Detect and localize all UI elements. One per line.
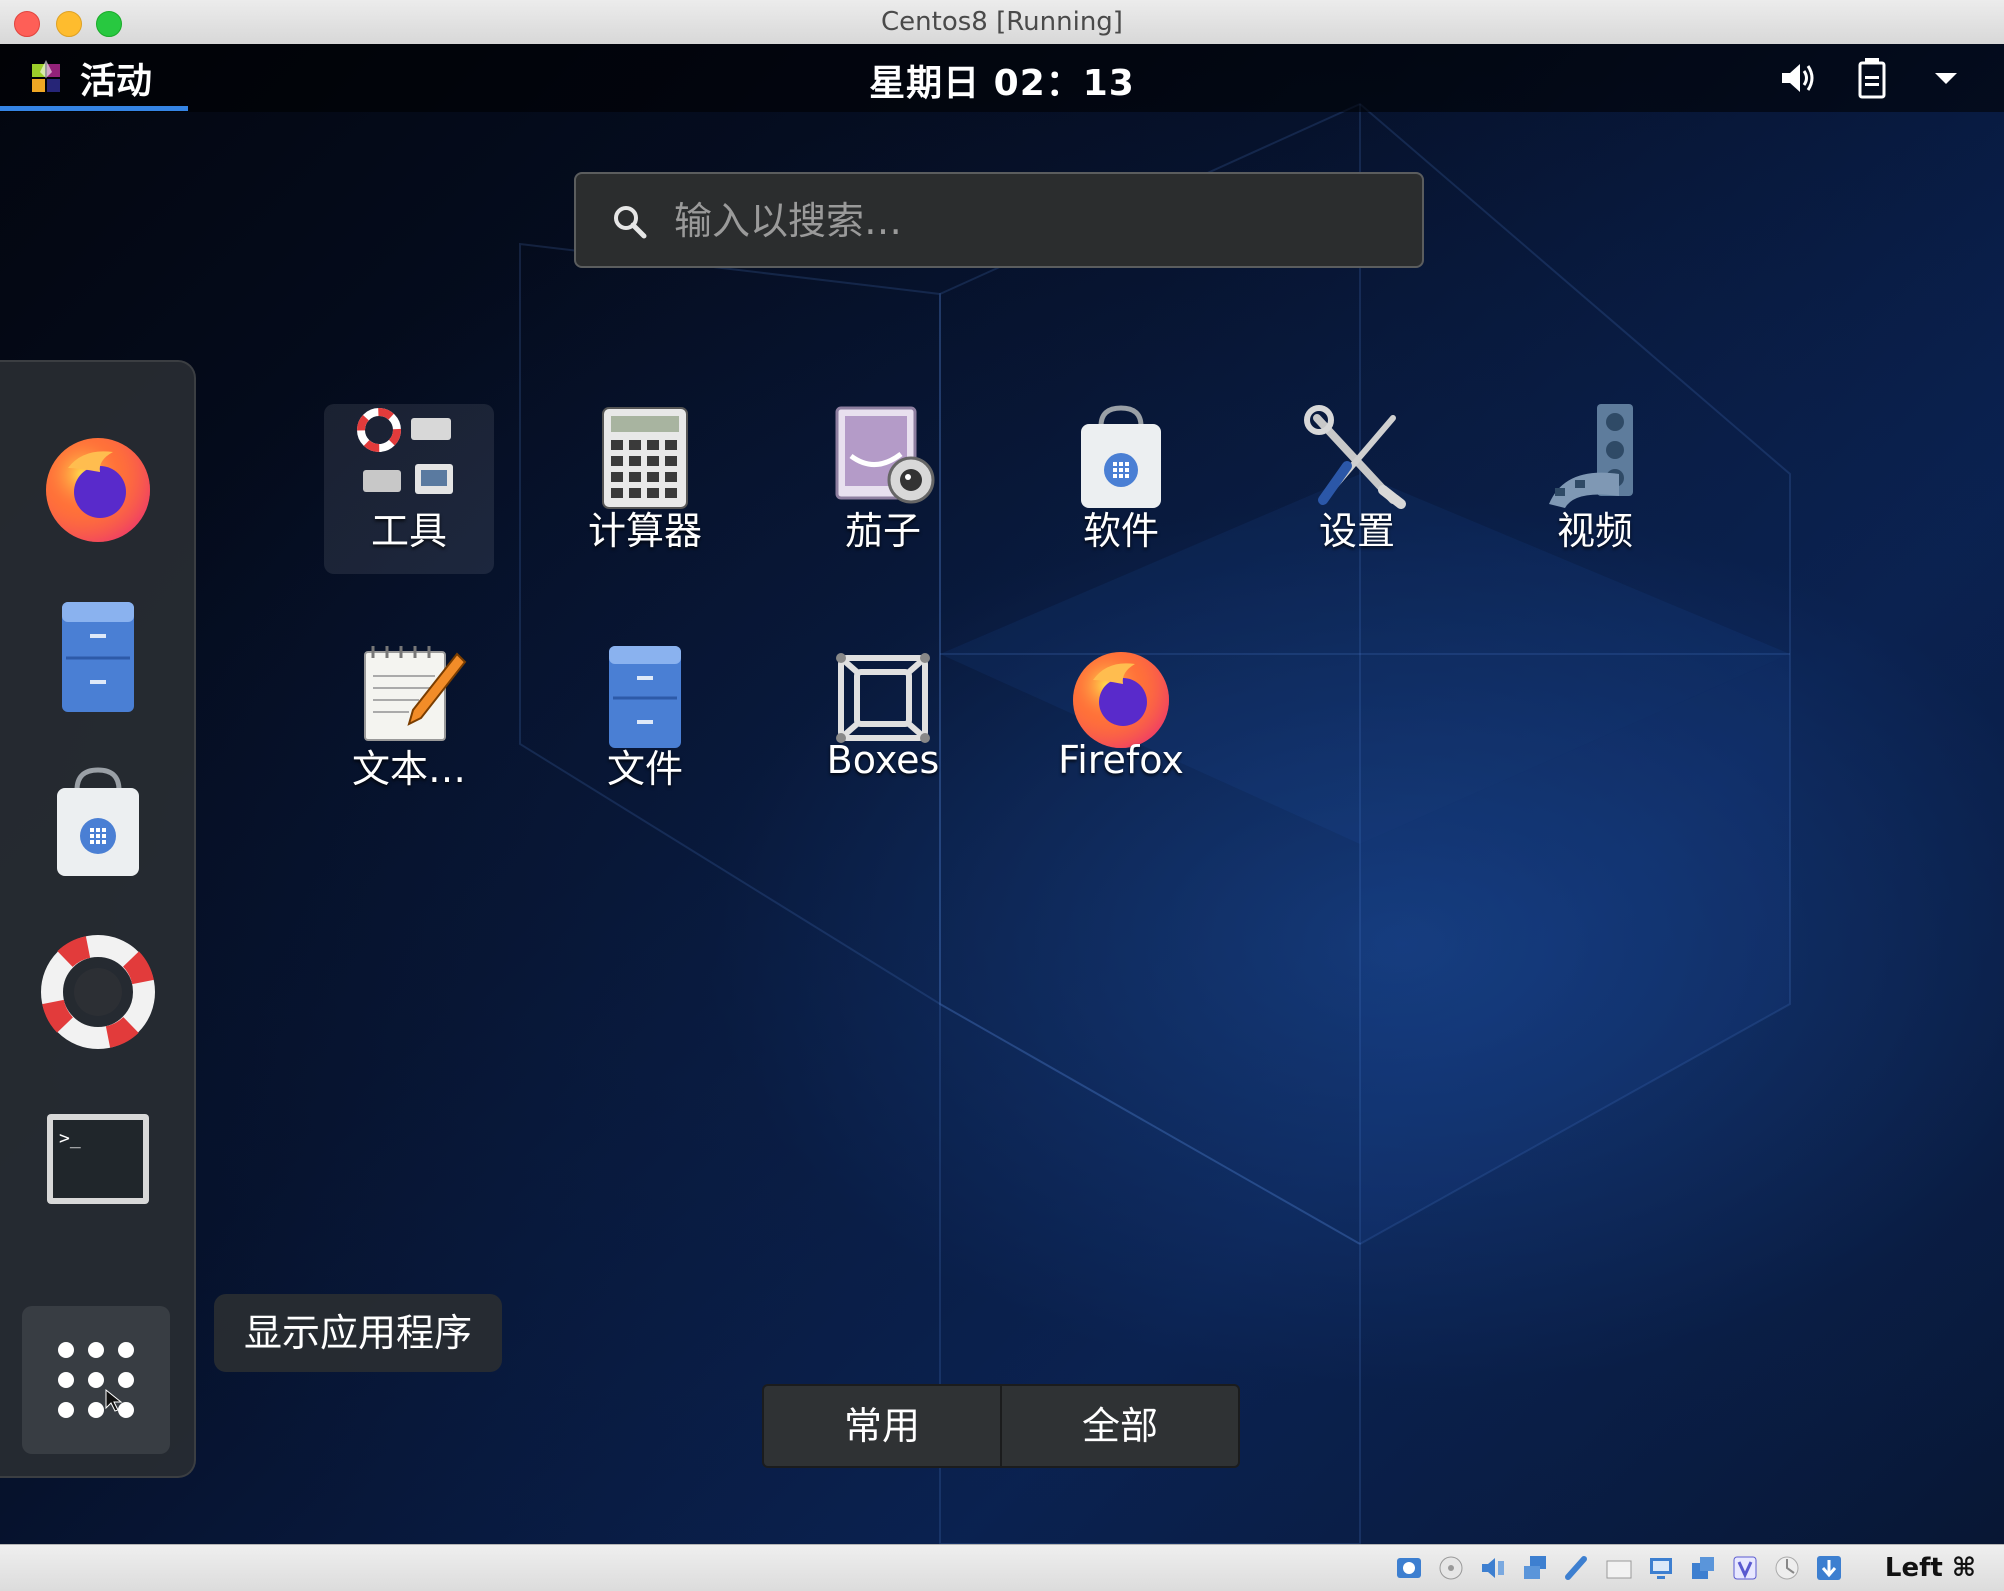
virtualization-icon[interactable] <box>1730 1553 1760 1583</box>
app-boxes[interactable]: Boxes <box>798 642 968 812</box>
text-editor-icon <box>364 646 467 741</box>
dash-item-terminal[interactable]: >_ <box>28 1090 168 1230</box>
dash-item-firefox[interactable] <box>28 418 168 558</box>
firefox-icon <box>1073 652 1169 748</box>
dash-item-software[interactable] <box>28 754 168 894</box>
app-calculator[interactable]: 计算器 <box>560 404 730 574</box>
app-cheese[interactable]: 茄子 <box>798 404 968 574</box>
tools-folder-icon <box>357 408 453 494</box>
activities-indicator <box>0 106 188 111</box>
window-title: Centos8 [Running] <box>881 7 1123 37</box>
app-view-toggle: 常用 全部 <box>762 1384 1240 1468</box>
file-cabinet-icon <box>609 646 681 748</box>
app-label: Boxes <box>826 738 940 782</box>
app-text-editor[interactable]: 文本… <box>324 642 494 812</box>
boxes-icon <box>836 653 930 743</box>
firefox-icon <box>46 438 150 542</box>
app-label: 文件 <box>606 747 683 791</box>
show-apps-button[interactable] <box>22 1306 170 1454</box>
host-key-label[interactable]: Left ⌘ <box>1885 1545 1976 1591</box>
display-icon[interactable] <box>1646 1553 1676 1583</box>
app-label: Firefox <box>1058 738 1184 782</box>
usb-icon[interactable] <box>1562 1553 1592 1583</box>
vm-device-icons <box>1394 1553 1844 1583</box>
app-tools-folder[interactable]: 工具 <box>324 404 494 574</box>
terminal-icon: >_ <box>47 1114 149 1204</box>
software-bag-icon <box>57 767 139 876</box>
app-label: 计算器 <box>587 509 702 553</box>
frequent-apps-button[interactable]: 常用 <box>764 1386 1000 1466</box>
mouse-integration-icon[interactable] <box>1772 1553 1802 1583</box>
app-label: 茄子 <box>844 509 921 553</box>
show-apps-tooltip: 显示应用程序 <box>214 1294 503 1372</box>
dash-item-help[interactable] <box>28 922 168 1062</box>
vm-screen: 活动 星期日 02：13 输入以搜索… >_ 显示应用程序 工具 计算器 茄子 … <box>0 44 2004 1544</box>
top-panel: 活动 星期日 02：13 <box>0 44 2004 112</box>
app-label: 设置 <box>1318 509 1395 553</box>
dash: >_ <box>0 360 196 1478</box>
app-files[interactable]: 文件 <box>560 642 730 812</box>
volume-icon[interactable] <box>1776 56 1820 100</box>
battery-icon[interactable] <box>1850 56 1894 100</box>
software-bag-icon <box>1081 405 1161 508</box>
search-icon <box>614 206 647 239</box>
keyboard-capture-icon[interactable] <box>1814 1553 1844 1583</box>
app-label: 软件 <box>1082 509 1159 553</box>
shared-folders-icon[interactable] <box>1604 1553 1634 1583</box>
vm-statusbar: Left ⌘ <box>0 1544 2004 1591</box>
app-firefox[interactable]: Firefox <box>1036 642 1206 812</box>
optical-drive-icon[interactable] <box>1436 1553 1466 1583</box>
dash-item-files[interactable] <box>28 586 168 726</box>
network-icon[interactable] <box>1520 1553 1550 1583</box>
app-video[interactable]: 视频 <box>1510 404 1680 574</box>
video-capture-icon[interactable] <box>1688 1553 1718 1583</box>
app-software[interactable]: 软件 <box>1036 404 1206 574</box>
cheese-webcam-icon <box>835 406 935 504</box>
all-apps-button[interactable]: 全部 <box>1000 1386 1238 1466</box>
lifebuoy-icon <box>41 935 155 1049</box>
app-label: 文本… <box>351 747 466 791</box>
clock[interactable]: 星期日 02：13 <box>0 54 2004 106</box>
window-titlebar: Centos8 [Running] <box>0 0 2004 45</box>
svg-text:>_: >_ <box>59 1128 81 1149</box>
hard-disk-icon[interactable] <box>1394 1553 1424 1583</box>
calculator-icon <box>602 407 688 509</box>
search-box[interactable] <box>574 172 1424 268</box>
app-label: 视频 <box>1556 509 1633 553</box>
app-grid-icon <box>58 1342 134 1418</box>
search-input[interactable] <box>672 192 1376 250</box>
system-menu-chevron-icon[interactable] <box>1924 56 1968 100</box>
app-settings[interactable]: 设置 <box>1272 404 1442 574</box>
file-cabinet-icon <box>62 602 134 712</box>
app-label: 工具 <box>370 509 447 553</box>
system-status-area[interactable] <box>1776 56 1968 100</box>
audio-icon[interactable] <box>1478 1553 1508 1583</box>
video-film-icon <box>1549 404 1633 508</box>
settings-tools-icon <box>1304 405 1406 509</box>
